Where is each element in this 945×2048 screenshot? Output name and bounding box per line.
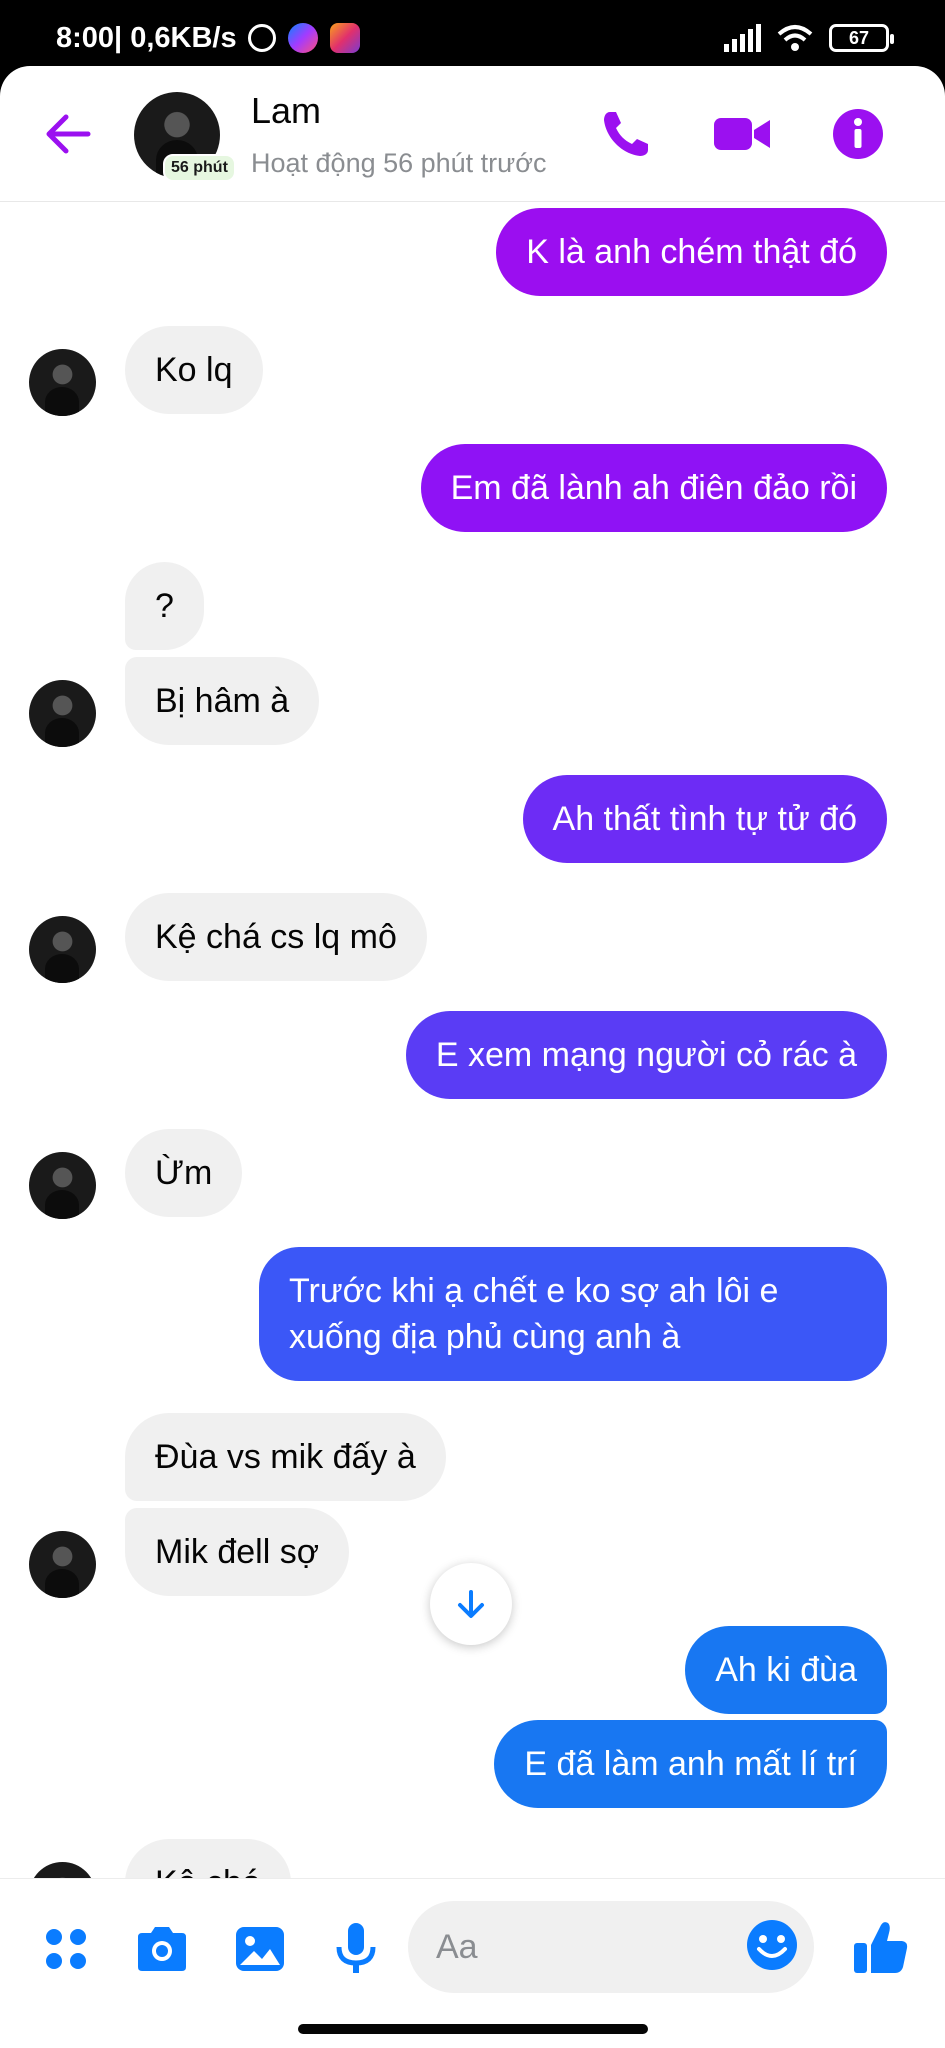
message-incoming[interactable]: Bị hâm à bbox=[125, 657, 320, 745]
message-incoming[interactable]: Đùa vs mik đấy à bbox=[125, 1413, 446, 1501]
sender-avatar[interactable] bbox=[29, 1862, 96, 1878]
apps-icon[interactable] bbox=[36, 1919, 96, 1979]
sender-avatar[interactable] bbox=[29, 1152, 96, 1219]
active-time-badge: 56 phút bbox=[163, 154, 236, 182]
message-incoming[interactable]: Kệ chá bbox=[125, 1839, 291, 1878]
message-composer bbox=[0, 1878, 945, 2048]
info-icon[interactable] bbox=[828, 104, 888, 164]
video-icon[interactable] bbox=[712, 104, 772, 164]
sender-avatar[interactable] bbox=[29, 1531, 96, 1598]
message-outgoing[interactable]: Ah thất tình tự tử đó bbox=[522, 775, 887, 863]
message-outgoing[interactable]: Em đã lành ah điên đảo rồi bbox=[420, 444, 887, 532]
message-incoming[interactable]: Ko lq bbox=[125, 326, 263, 414]
chat-header: 56 phút Lam Hoạt động 56 phút trước bbox=[0, 66, 945, 202]
gallery-icon[interactable] bbox=[230, 1919, 290, 1979]
message-outgoing[interactable]: E xem mạng người cỏ rác à bbox=[405, 1011, 887, 1099]
status-time: 8:00| 0,6KB/s bbox=[56, 22, 237, 54]
emoji-icon[interactable] bbox=[744, 1917, 800, 1973]
message-incoming[interactable]: ? bbox=[125, 562, 204, 650]
scroll-to-bottom-button[interactable] bbox=[430, 1563, 512, 1645]
back-arrow-icon[interactable] bbox=[40, 106, 96, 162]
microphone-icon[interactable] bbox=[326, 1919, 386, 1979]
home-indicator[interactable] bbox=[298, 2024, 648, 2034]
instagram-icon bbox=[330, 23, 360, 53]
battery-icon: 67 bbox=[829, 24, 894, 52]
alarm-icon bbox=[248, 24, 276, 52]
signal-icon bbox=[724, 24, 761, 52]
message-outgoing[interactable]: Ah ki đùa bbox=[685, 1626, 887, 1714]
network-speed: | 0,6KB/s bbox=[114, 22, 237, 54]
contact-status: Hoạt động 56 phút trước bbox=[251, 148, 547, 178]
message-incoming[interactable]: Mik đell sợ bbox=[125, 1508, 349, 1596]
camera-icon[interactable] bbox=[132, 1919, 192, 1979]
messenger-icon bbox=[288, 23, 318, 53]
wifi-icon bbox=[777, 25, 813, 51]
like-icon[interactable] bbox=[850, 1915, 912, 1977]
message-incoming[interactable]: Kệ chá cs lq mô bbox=[125, 893, 427, 981]
status-bar: 8:00| 0,6KB/s 67 bbox=[0, 0, 945, 66]
sender-avatar[interactable] bbox=[29, 680, 96, 747]
sender-avatar[interactable] bbox=[29, 916, 96, 983]
contact-name[interactable]: Lam bbox=[251, 90, 321, 132]
sender-avatar[interactable] bbox=[29, 349, 96, 416]
arrow-down-icon bbox=[458, 1590, 484, 1618]
message-outgoing[interactable]: E đã làm anh mất lí trí bbox=[494, 1720, 887, 1808]
phone-icon[interactable] bbox=[596, 104, 656, 164]
message-outgoing[interactable]: K là anh chém thật đó bbox=[496, 208, 887, 296]
message-outgoing[interactable]: Trước khi ạ chết e ko sợ ah lôi e xuống … bbox=[259, 1247, 887, 1381]
message-incoming[interactable]: Ừm bbox=[125, 1129, 243, 1217]
